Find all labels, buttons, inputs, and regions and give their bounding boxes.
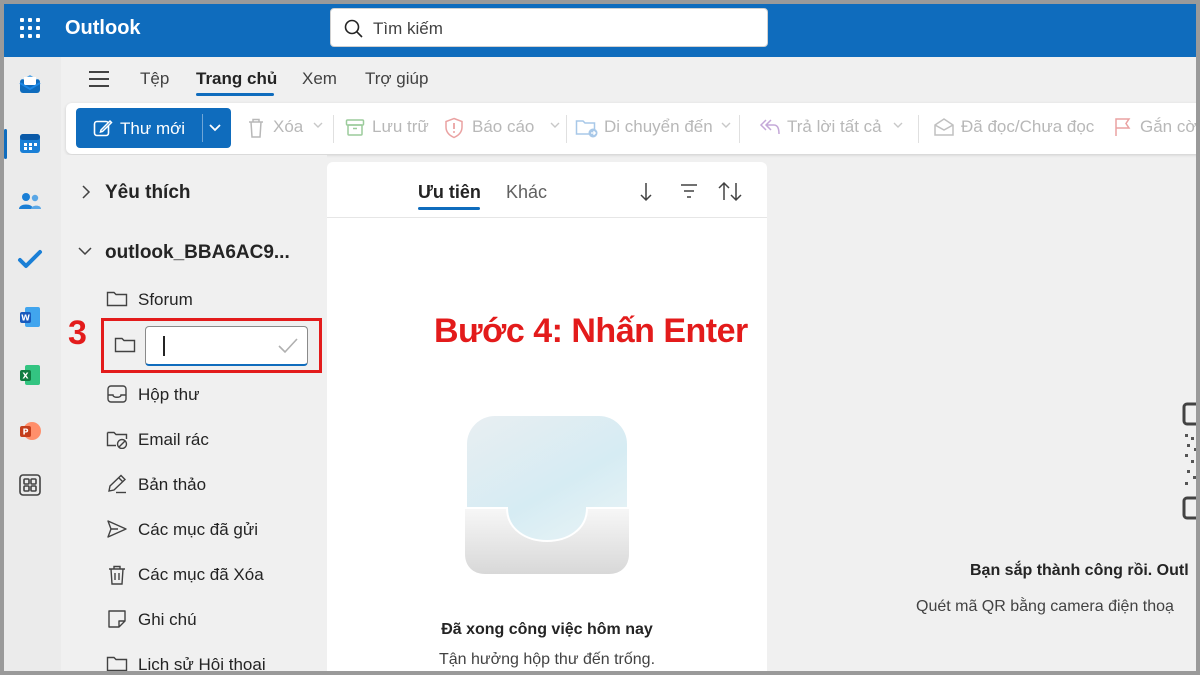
tab-file[interactable]: Tệp xyxy=(140,69,169,89)
split-divider xyxy=(202,114,203,142)
folder-label: Email rác xyxy=(138,430,209,449)
move-to-button[interactable]: Di chuyển đến xyxy=(604,117,713,137)
people-app-icon[interactable] xyxy=(17,188,43,214)
folder-pane: Yêu thích outlook_BBA6AC9... Sforum Hộp … xyxy=(61,155,327,675)
divider xyxy=(327,217,767,218)
tab-other[interactable]: Khác xyxy=(506,182,547,203)
tab-home[interactable]: Trang chủ xyxy=(196,69,277,89)
reading-pane: Bạn sắp thành công rồi. Outl Quét mã QR … xyxy=(767,162,1200,675)
folder-label: Bản thảo xyxy=(138,475,207,494)
chevron-down-icon[interactable] xyxy=(209,123,221,133)
app-launcher-icon[interactable] xyxy=(20,18,40,38)
toolbar-separator xyxy=(918,115,919,143)
folder-label: Các mục đã Xóa xyxy=(138,565,264,584)
tab-help[interactable]: Trợ giúp xyxy=(365,69,428,89)
folder-label: Ghi chú xyxy=(138,610,197,629)
favorites-header[interactable]: Yêu thích xyxy=(105,182,191,204)
folder-icon xyxy=(106,656,128,672)
toolbar-separator xyxy=(566,115,567,143)
qr-promo-title: Bạn sắp thành công rồi. Outl xyxy=(970,562,1189,579)
active-tab-indicator xyxy=(418,207,480,210)
step-number-annotation: 3 xyxy=(68,314,87,352)
active-tab-indicator xyxy=(196,93,274,96)
archive-icon xyxy=(345,119,365,136)
folder-icon xyxy=(106,291,128,307)
word-app-icon[interactable]: W xyxy=(17,304,43,330)
new-mail-button[interactable]: Thư mới xyxy=(76,108,231,148)
chevron-down-icon[interactable] xyxy=(893,122,903,130)
move-folder-icon xyxy=(575,120,598,138)
search-input[interactable]: Tìm kiếm xyxy=(373,19,443,39)
draft-icon xyxy=(108,474,127,494)
svg-text:W: W xyxy=(21,314,30,323)
qr-code-icon xyxy=(1182,402,1200,520)
tab-view[interactable]: Xem xyxy=(302,69,337,89)
sort-order-icon[interactable] xyxy=(718,181,742,203)
report-button[interactable]: Báo cáo xyxy=(472,117,534,137)
step-instruction-annotation: Bước 4: Nhấn Enter xyxy=(434,312,748,350)
note-icon xyxy=(108,610,126,628)
read-unread-icon xyxy=(934,118,954,136)
todo-app-icon[interactable] xyxy=(17,246,43,272)
toolbar: Thư mới Xóa Lưu trữ Báo cáo Di chuyển đế… xyxy=(66,103,1200,154)
folder-label: Hộp thư xyxy=(138,385,200,404)
archive-button[interactable]: Lưu trữ xyxy=(372,117,429,137)
text-caret xyxy=(163,336,165,356)
tab-focused[interactable]: Ưu tiên xyxy=(418,182,481,203)
app-rail: W X P xyxy=(0,57,61,675)
new-mail-label: Thư mới xyxy=(120,119,186,138)
folder-icon xyxy=(114,337,136,353)
chevron-down-icon[interactable] xyxy=(313,122,323,130)
empty-state-title: Đã xong công việc hôm nay xyxy=(441,621,653,638)
toolbar-separator xyxy=(739,115,740,143)
junk-icon xyxy=(106,431,128,449)
folder-label: Các mục đã gửi xyxy=(138,520,259,539)
excel-app-icon[interactable]: X xyxy=(17,362,43,388)
chevron-down-icon[interactable] xyxy=(721,122,731,130)
trash-icon xyxy=(109,565,125,585)
toolbar-separator xyxy=(333,115,334,143)
ribbon-tabs: Tệp Trang chủ Xem Trợ giúp xyxy=(61,57,1200,103)
sent-icon xyxy=(107,520,127,538)
new-folder-name-input[interactable] xyxy=(145,326,308,366)
message-list: Ưu tiên Khác Đã xong công việc hôm nay T… xyxy=(327,162,767,675)
svg-text:X: X xyxy=(22,372,29,381)
rail-active-indicator xyxy=(4,129,7,159)
mail-app-icon[interactable] xyxy=(17,71,43,97)
compose-icon xyxy=(93,119,113,137)
flag-button[interactable]: Gắn cờ xyxy=(1140,117,1197,137)
top-bar: Outlook Tìm kiếm xyxy=(0,0,1200,57)
delete-button[interactable]: Xóa xyxy=(273,117,303,137)
chevron-down-icon[interactable] xyxy=(550,122,560,130)
powerpoint-app-icon[interactable]: P xyxy=(17,418,43,444)
menu-icon[interactable] xyxy=(89,71,109,87)
chevron-down-icon[interactable] xyxy=(78,246,92,256)
search-icon xyxy=(344,19,363,38)
filter-icon[interactable] xyxy=(679,183,699,199)
report-shield-icon xyxy=(445,117,463,139)
sort-arrow-icon[interactable] xyxy=(638,181,652,203)
calendar-app-icon[interactable] xyxy=(17,130,43,156)
flag-icon xyxy=(1115,118,1131,136)
search-box[interactable]: Tìm kiếm xyxy=(330,8,768,47)
empty-inbox-illustration xyxy=(465,416,629,574)
reply-all-button[interactable]: Trả lời tất cả xyxy=(787,117,882,137)
more-apps-icon[interactable] xyxy=(17,472,43,498)
empty-state-subtitle: Tận hưởng hộp thư đến trống. xyxy=(438,651,656,668)
svg-text:P: P xyxy=(23,428,29,437)
reply-all-icon xyxy=(759,119,780,135)
app-title[interactable]: Outlook xyxy=(65,17,141,40)
inbox-icon xyxy=(107,385,127,403)
account-header[interactable]: outlook_BBA6AC9... xyxy=(105,242,290,264)
chevron-right-icon[interactable] xyxy=(81,185,91,199)
folder-label: Lịch sử Hội thoại xyxy=(138,655,266,674)
checkmark-icon[interactable] xyxy=(277,337,299,355)
folder-label: Sforum xyxy=(138,290,193,309)
read-unread-button[interactable]: Đã đọc/Chưa đọc xyxy=(961,117,1094,137)
delete-icon xyxy=(249,118,263,138)
qr-promo-subtitle: Quét mã QR bằng camera điện thoạ xyxy=(916,598,1174,615)
